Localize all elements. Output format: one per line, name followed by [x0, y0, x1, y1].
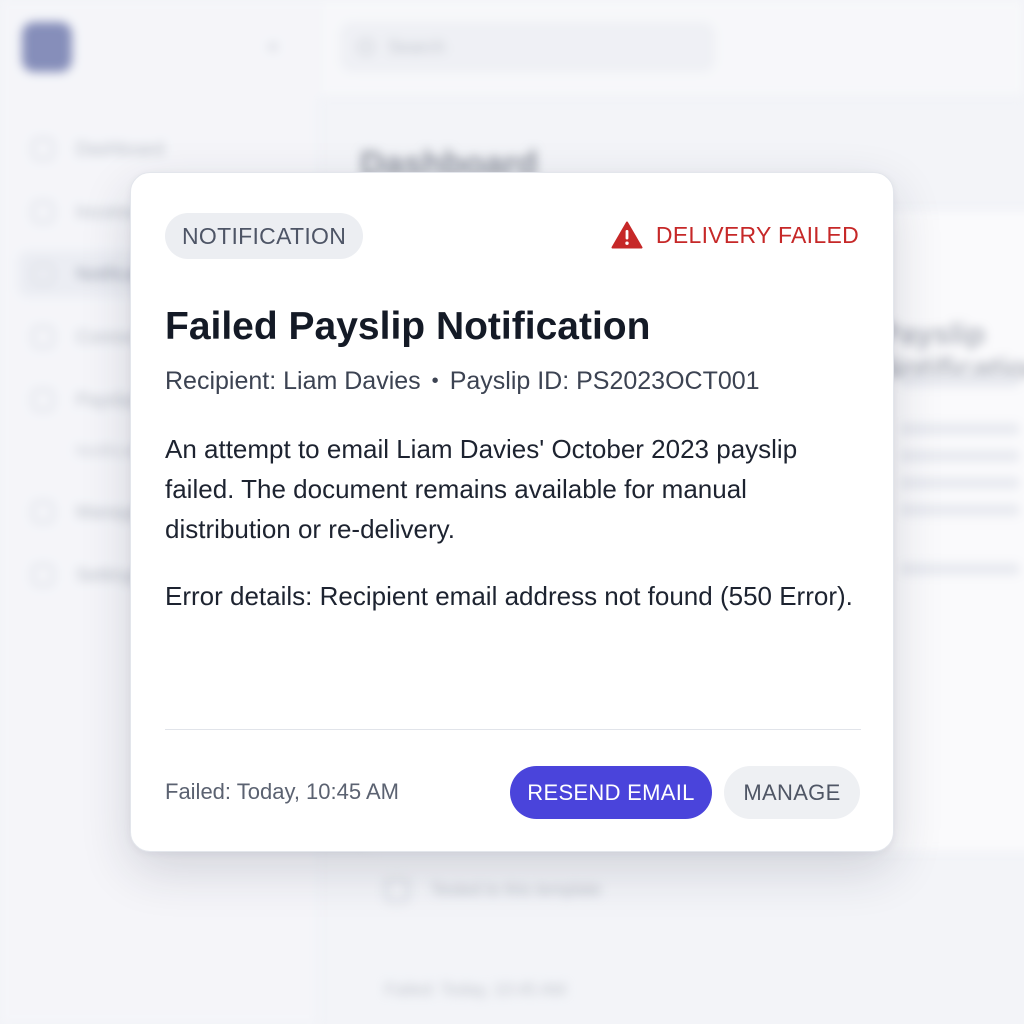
failed-notification-card: NOTIFICATION DELIVERY FAILED Failed Pays… [130, 172, 894, 852]
card-divider [165, 729, 861, 730]
warning-triangle-icon [611, 221, 643, 249]
manage-button[interactable]: MANAGE [724, 766, 860, 819]
notification-badge: NOTIFICATION [165, 213, 364, 259]
recipient-label: Recipient: Liam Davies [165, 367, 421, 395]
error-details: Error details: Recipient email address n… [165, 581, 853, 611]
meta-separator: • [431, 370, 439, 392]
resend-email-button[interactable]: RESEND EMAIL [510, 766, 712, 819]
notification-meta: Recipient: Liam Davies • Payslip ID: PS2… [165, 367, 760, 396]
delivery-status: DELIVERY FAILED [611, 221, 859, 249]
delivery-status-label: DELIVERY FAILED [655, 221, 859, 248]
failed-timestamp: Failed: Today, 10:45 AM [165, 779, 399, 804]
notification-description: An attempt to email Liam Davies' October… [165, 434, 798, 544]
payslip-id-label: Payslip ID: PS2023OCT001 [449, 367, 760, 395]
notification-title: Failed Payslip Notification [165, 305, 651, 348]
